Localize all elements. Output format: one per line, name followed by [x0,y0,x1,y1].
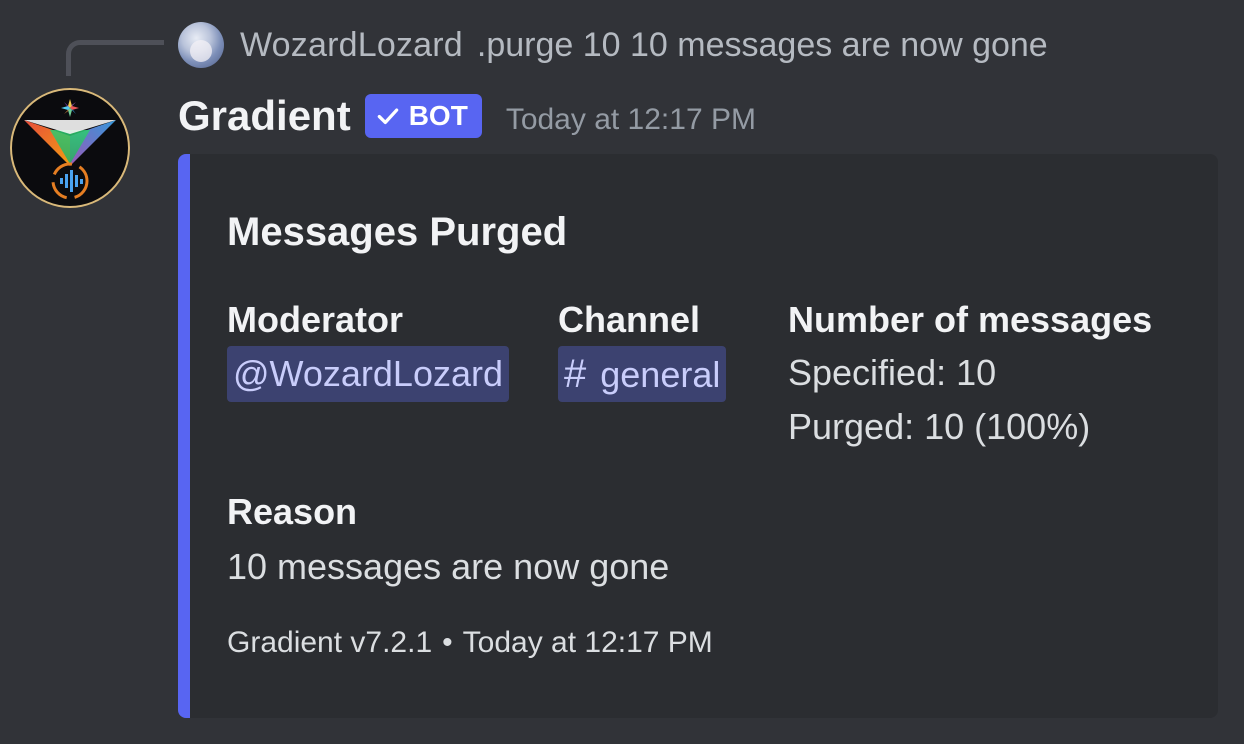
field-count-specified: Specified: 10 [788,352,997,393]
field-count-purged: Purged: 10 (100%) [788,406,1091,447]
gradient-logo-icon [24,99,116,200]
field-reason-value: 10 messages are now gone [227,546,670,587]
field-reason-name: Reason [227,491,358,532]
channel-hash-icon: # [564,352,587,396]
message-header: Gradient BOT Today at 12:17 PM [178,88,756,144]
field-moderator: Moderator @WozardLozard [227,298,509,402]
field-channel-value-wrap: # general [558,342,727,402]
field-moderator-name: Moderator [227,299,404,340]
verified-check-icon [377,108,398,125]
field-channel: Channel # general [558,298,727,402]
bot-avatar[interactable] [10,88,130,208]
chat-message: WozardLozard .purge 10 10 messages are n… [0,0,1244,744]
embed-title: Messages Purged [227,210,568,254]
footer-text: Gradient v7.2.1 [227,626,433,659]
reply-connector [66,40,164,76]
field-channel-name: Channel [558,299,701,340]
field-reason: Reason 10 messages are now gone [227,490,669,594]
field-moderator-value-wrap: @WozardLozard [227,342,509,402]
bot-username[interactable]: Gradient [178,92,351,140]
reply-content[interactable]: .purge 10 10 messages are now gone [477,26,1048,65]
reply-preview[interactable]: WozardLozard .purge 10 10 messages are n… [178,22,1048,68]
bot-badge-label: BOT [408,100,468,131]
user-mention[interactable]: @WozardLozard [227,346,509,402]
field-message-count: Number of messages Specified: 10 Purged:… [788,298,1152,454]
footer-separator: • [442,626,453,659]
reply-author[interactable]: WozardLozard [240,26,463,65]
message-timestamp[interactable]: Today at 12:17 PM [506,103,756,137]
channel-mention[interactable]: # general [558,346,727,402]
channel-name: general [600,354,721,395]
reply-avatar[interactable] [178,22,224,68]
embed-card: Messages Purged Moderator @WozardLozard … [178,154,1218,718]
footer-timestamp: Today at 12:17 PM [462,626,713,659]
embed-footer: Gradient v7.2.1 • Today at 12:17 PM [227,626,713,660]
bot-badge: BOT [364,94,482,138]
field-count-name: Number of messages [788,299,1153,340]
